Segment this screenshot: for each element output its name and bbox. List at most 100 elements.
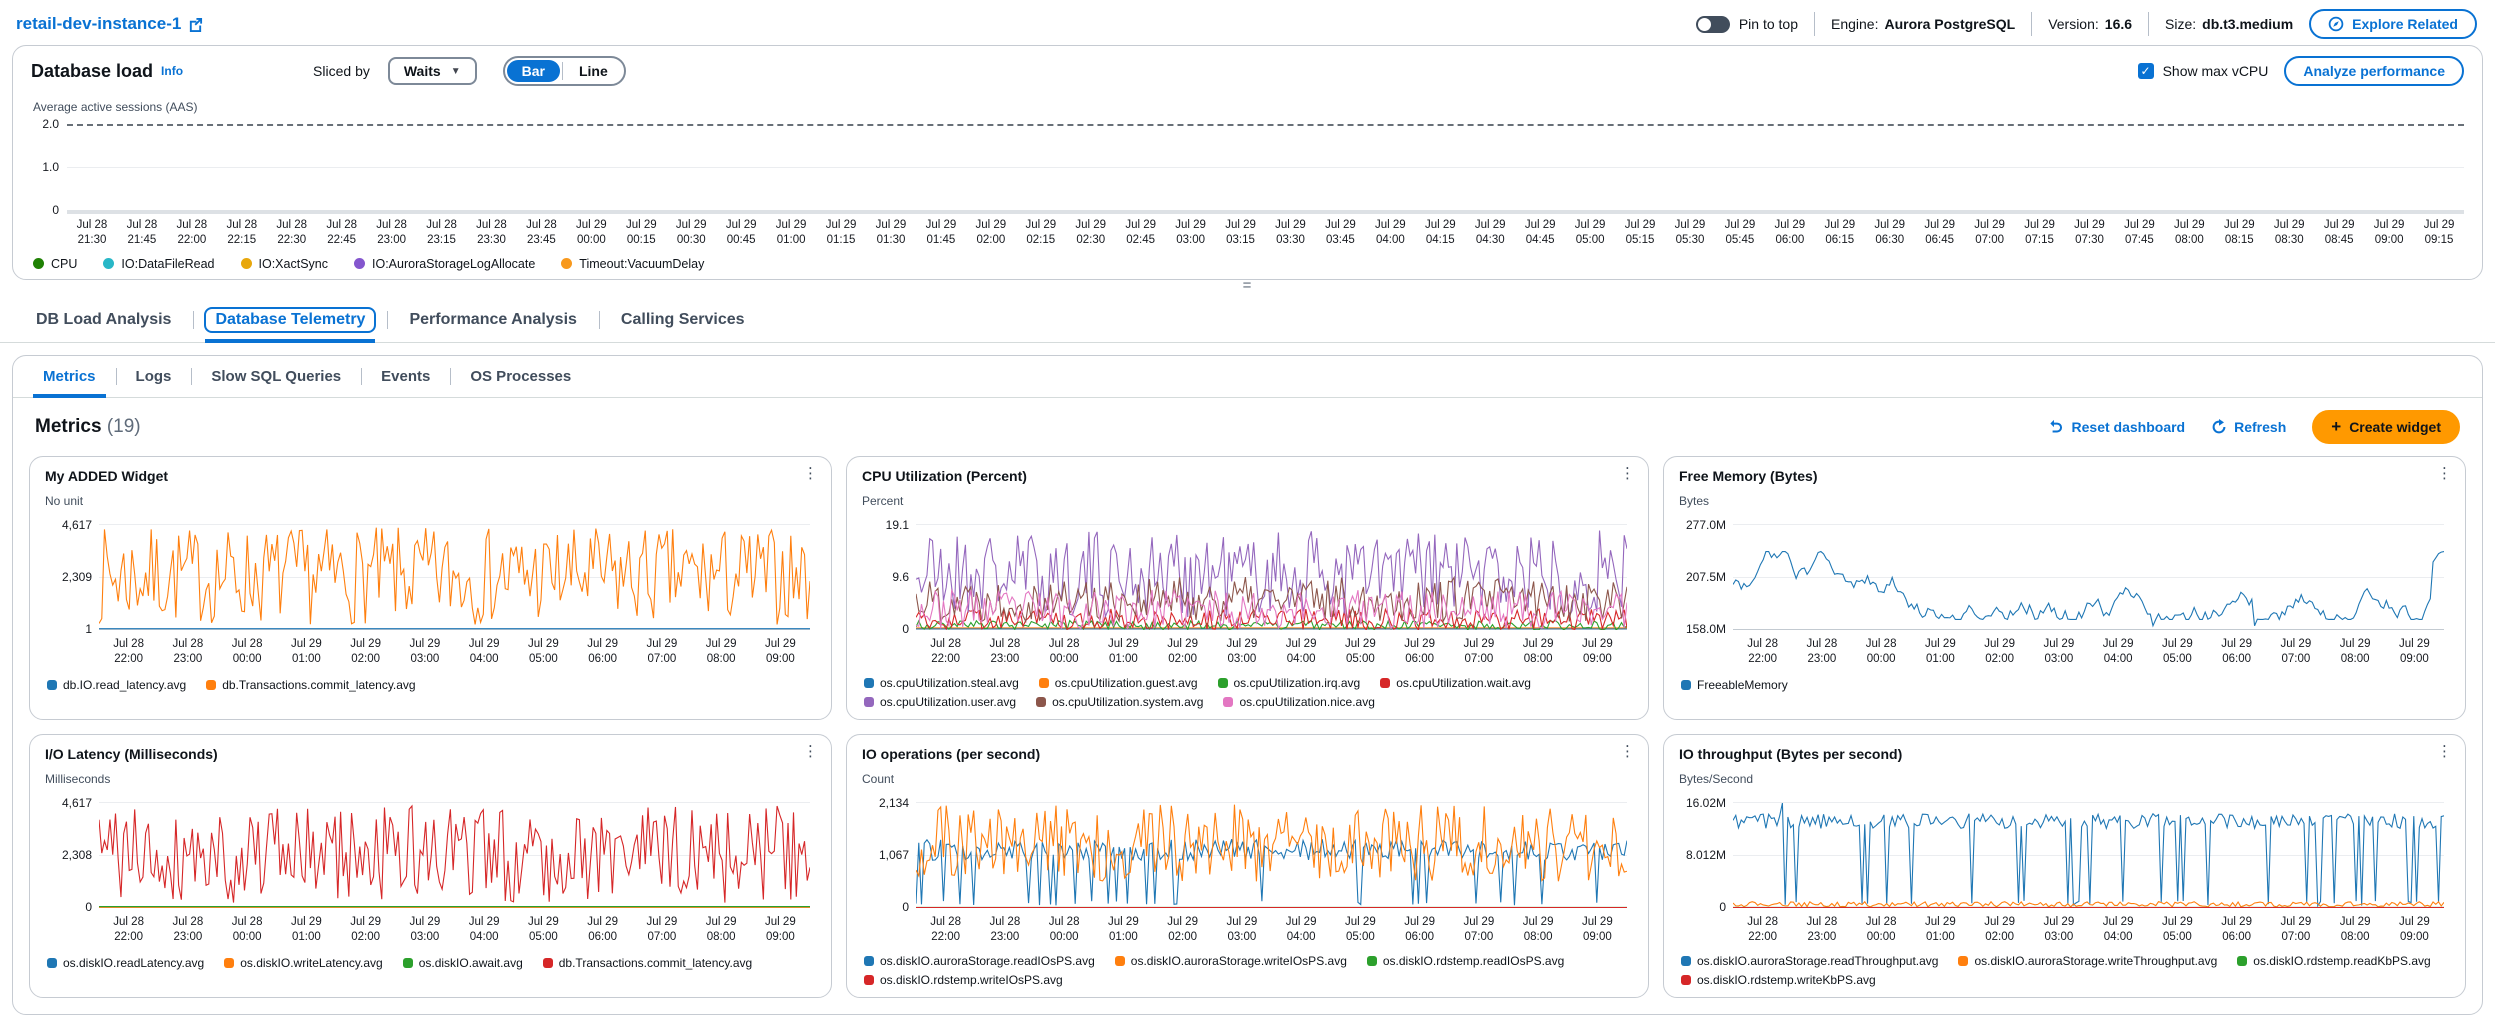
aas-bar[interactable] xyxy=(723,124,748,210)
widget-menu-button[interactable]: ⋮ xyxy=(1620,466,1635,481)
widget-menu-button[interactable]: ⋮ xyxy=(2437,744,2452,759)
legend-item[interactable]: FreeableMemory xyxy=(1681,678,1788,692)
aas-bar[interactable] xyxy=(774,124,799,210)
aas-bar[interactable] xyxy=(420,124,445,210)
aas-bar[interactable] xyxy=(2338,124,2363,210)
aas-bar[interactable] xyxy=(269,124,294,210)
aas-bar[interactable] xyxy=(1127,124,1152,210)
aas-bar[interactable] xyxy=(1581,124,1606,210)
aas-bar[interactable] xyxy=(1102,124,1127,210)
aas-bar[interactable] xyxy=(168,124,193,210)
legend-item[interactable]: CPU xyxy=(33,257,77,271)
aas-bar[interactable] xyxy=(395,124,420,210)
checkbox-checked-icon[interactable]: ✓ xyxy=(2138,63,2154,79)
aas-bar[interactable] xyxy=(2136,124,2161,210)
aas-bar[interactable] xyxy=(975,124,1000,210)
aas-bar[interactable] xyxy=(1606,124,1631,210)
aas-bar[interactable] xyxy=(1480,124,1505,210)
aas-bar[interactable] xyxy=(597,124,622,210)
aas-bar[interactable] xyxy=(2187,124,2212,210)
aas-bar[interactable] xyxy=(1430,124,1455,210)
aas-bar[interactable] xyxy=(2439,124,2464,210)
legend-item[interactable]: os.cpuUtilization.wait.avg xyxy=(1380,676,1531,690)
aas-bar[interactable] xyxy=(1707,124,1732,210)
aas-bar[interactable] xyxy=(521,124,546,210)
legend-item[interactable]: os.diskIO.auroraStorage.writeIOsPS.avg xyxy=(1115,954,1347,968)
aas-bar[interactable] xyxy=(294,124,319,210)
aas-bar[interactable] xyxy=(1354,124,1379,210)
aas-bar[interactable] xyxy=(2061,124,2086,210)
legend-item[interactable]: os.diskIO.writeLatency.avg xyxy=(224,956,383,970)
aas-bar[interactable] xyxy=(1556,124,1581,210)
legend-item[interactable]: os.diskIO.rdstemp.writeIOsPS.avg xyxy=(864,973,1063,987)
aas-bar[interactable] xyxy=(1732,124,1757,210)
subtab-events[interactable]: Events xyxy=(361,356,450,397)
legend-item[interactable]: os.diskIO.rdstemp.readKbPS.avg xyxy=(2237,954,2430,968)
aas-bar[interactable] xyxy=(319,124,344,210)
aas-bar[interactable] xyxy=(2414,124,2439,210)
aas-bar[interactable] xyxy=(471,124,496,210)
aas-bar[interactable] xyxy=(496,124,521,210)
explore-related-button[interactable]: Explore Related xyxy=(2309,9,2477,39)
instance-name-link[interactable]: retail-dev-instance-1 xyxy=(16,14,203,34)
legend-item[interactable]: IO:XactSync xyxy=(241,257,328,271)
widget-chart[interactable]: 4,6172,3091 xyxy=(99,524,810,630)
aas-bar[interactable] xyxy=(1404,124,1429,210)
aas-bar[interactable] xyxy=(2161,124,2186,210)
toggle-switch[interactable] xyxy=(1696,16,1730,33)
aas-bar[interactable] xyxy=(622,124,647,210)
aas-bar[interactable] xyxy=(1985,124,2010,210)
bar-toggle-option[interactable]: Bar xyxy=(507,60,560,82)
aas-bar[interactable] xyxy=(345,124,370,210)
widget-chart[interactable]: 277.0M207.5M158.0M xyxy=(1733,524,2444,630)
aas-bar[interactable] xyxy=(1455,124,1480,210)
aas-bar[interactable] xyxy=(849,124,874,210)
widget-chart[interactable]: 16.02M8.012M0 xyxy=(1733,802,2444,908)
aas-bar[interactable] xyxy=(1001,124,1026,210)
aas-bar[interactable] xyxy=(2086,124,2111,210)
aas-bar[interactable] xyxy=(1960,124,1985,210)
aas-bar[interactable] xyxy=(748,124,773,210)
aas-bar[interactable] xyxy=(1758,124,1783,210)
aas-bar[interactable] xyxy=(143,124,168,210)
pin-to-top-toggle[interactable]: Pin to top xyxy=(1696,16,1798,33)
aas-bar[interactable] xyxy=(1177,124,1202,210)
aas-bar[interactable] xyxy=(2389,124,2414,210)
widget-menu-button[interactable]: ⋮ xyxy=(803,744,818,759)
aas-bar[interactable] xyxy=(2212,124,2237,210)
aas-bar[interactable] xyxy=(1531,124,1556,210)
aas-bar[interactable] xyxy=(218,124,243,210)
aas-bar[interactable] xyxy=(1228,124,1253,210)
aas-bar[interactable] xyxy=(698,124,723,210)
info-link[interactable]: Info xyxy=(161,64,183,78)
widget-chart[interactable]: 4,6172,3080 xyxy=(99,802,810,908)
aas-bar[interactable] xyxy=(1026,124,1051,210)
show-max-vcpu-checkbox[interactable]: ✓ Show max vCPU xyxy=(2138,63,2269,79)
legend-item[interactable]: os.cpuUtilization.guest.avg xyxy=(1039,676,1198,690)
legend-item[interactable]: os.diskIO.auroraStorage.writeThroughput.… xyxy=(1958,954,2217,968)
legend-item[interactable]: os.cpuUtilization.irq.avg xyxy=(1218,676,1361,690)
legend-item[interactable]: Timeout:VacuumDelay xyxy=(561,257,704,271)
legend-item[interactable]: os.diskIO.rdstemp.readIOsPS.avg xyxy=(1367,954,1564,968)
aas-bar[interactable] xyxy=(900,124,925,210)
aas-bar[interactable] xyxy=(2363,124,2388,210)
widget-chart[interactable]: 19.19.60 xyxy=(916,524,1627,630)
aas-bar[interactable] xyxy=(1278,124,1303,210)
legend-item[interactable]: IO:AuroraStorageLogAllocate xyxy=(354,257,535,271)
aas-bar[interactable] xyxy=(1632,124,1657,210)
aas-bar[interactable] xyxy=(824,124,849,210)
legend-item[interactable]: IO:DataFileRead xyxy=(103,257,214,271)
widget-menu-button[interactable]: ⋮ xyxy=(803,466,818,481)
legend-item[interactable]: os.cpuUtilization.system.avg xyxy=(1036,695,1203,709)
aas-bar[interactable] xyxy=(1657,124,1682,210)
aas-bar[interactable] xyxy=(1909,124,1934,210)
tab-calling-services[interactable]: Calling Services xyxy=(599,298,767,342)
tab-db-load-analysis[interactable]: DB Load Analysis xyxy=(14,298,193,342)
widget-menu-button[interactable]: ⋮ xyxy=(2437,466,2452,481)
subtab-os-processes[interactable]: OS Processes xyxy=(450,356,591,397)
widget-menu-button[interactable]: ⋮ xyxy=(1620,744,1635,759)
aas-bar[interactable] xyxy=(1379,124,1404,210)
aas-bar[interactable] xyxy=(1329,124,1354,210)
legend-item[interactable]: db.Transactions.commit_latency.avg xyxy=(543,956,752,970)
aas-bar[interactable] xyxy=(2262,124,2287,210)
